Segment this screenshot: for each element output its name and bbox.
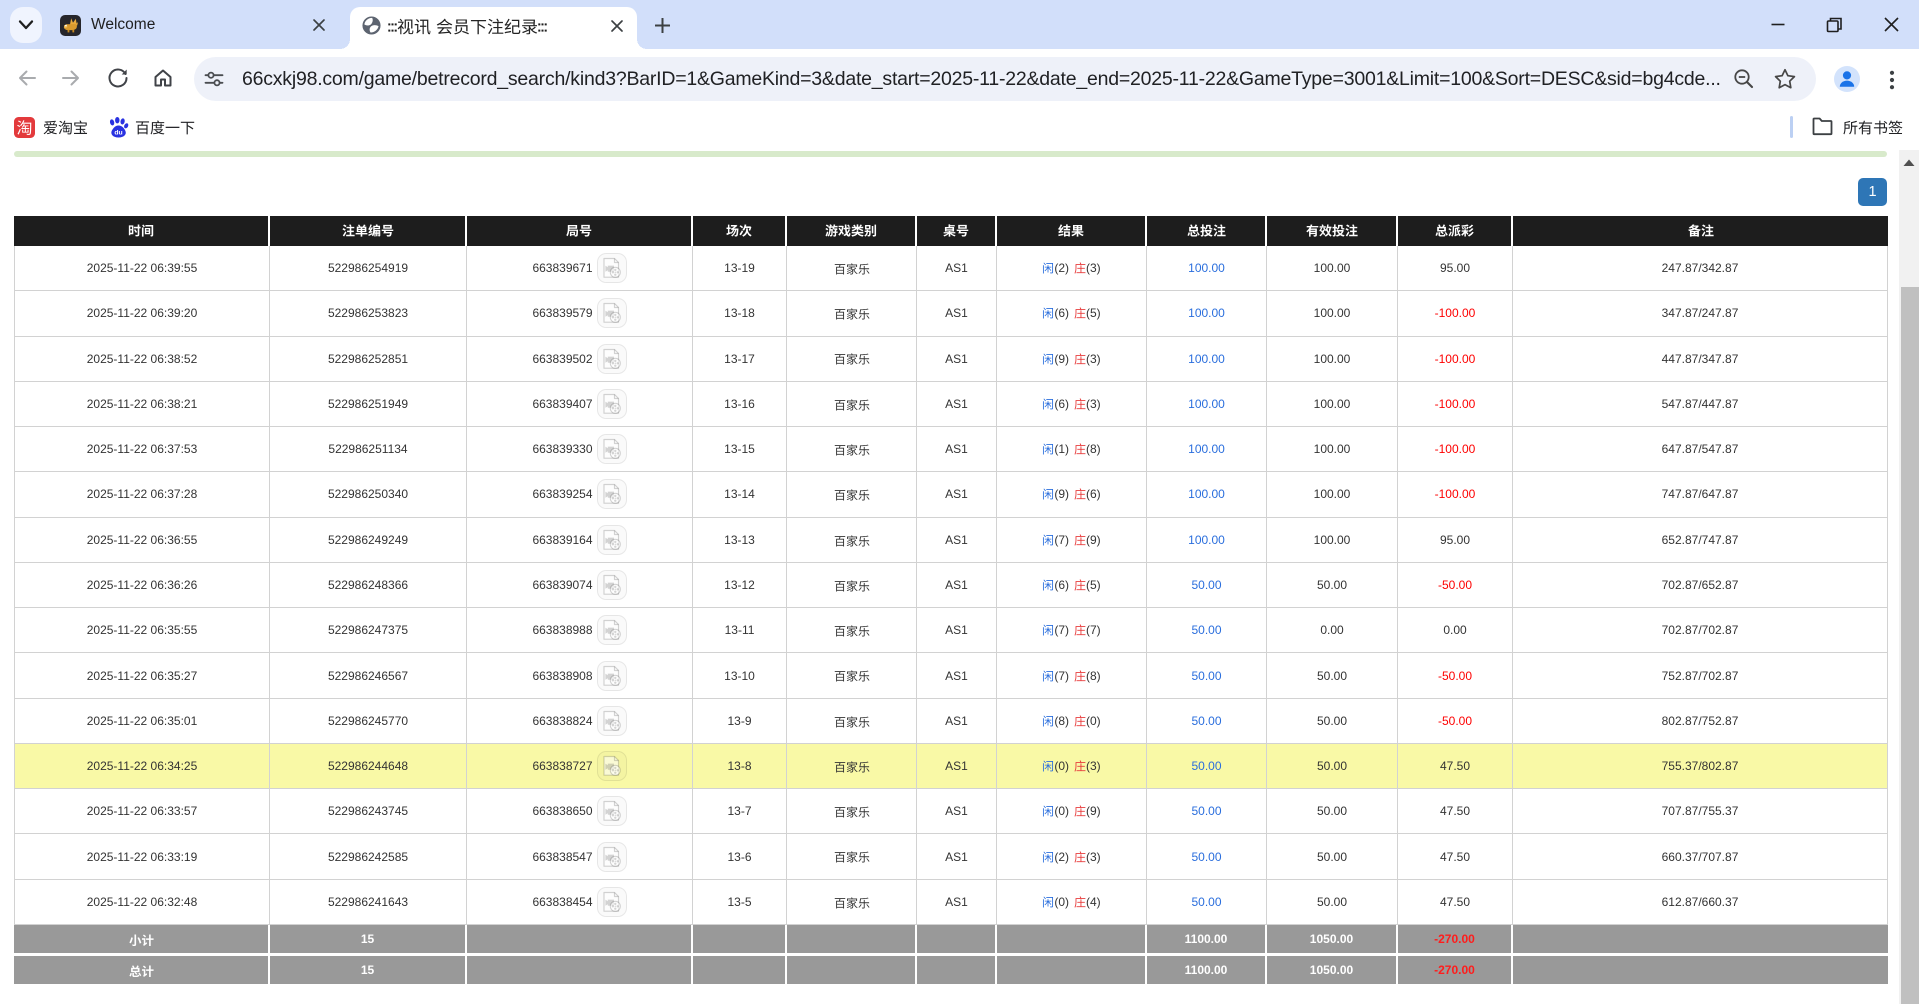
svg-text:du: du xyxy=(114,130,122,137)
